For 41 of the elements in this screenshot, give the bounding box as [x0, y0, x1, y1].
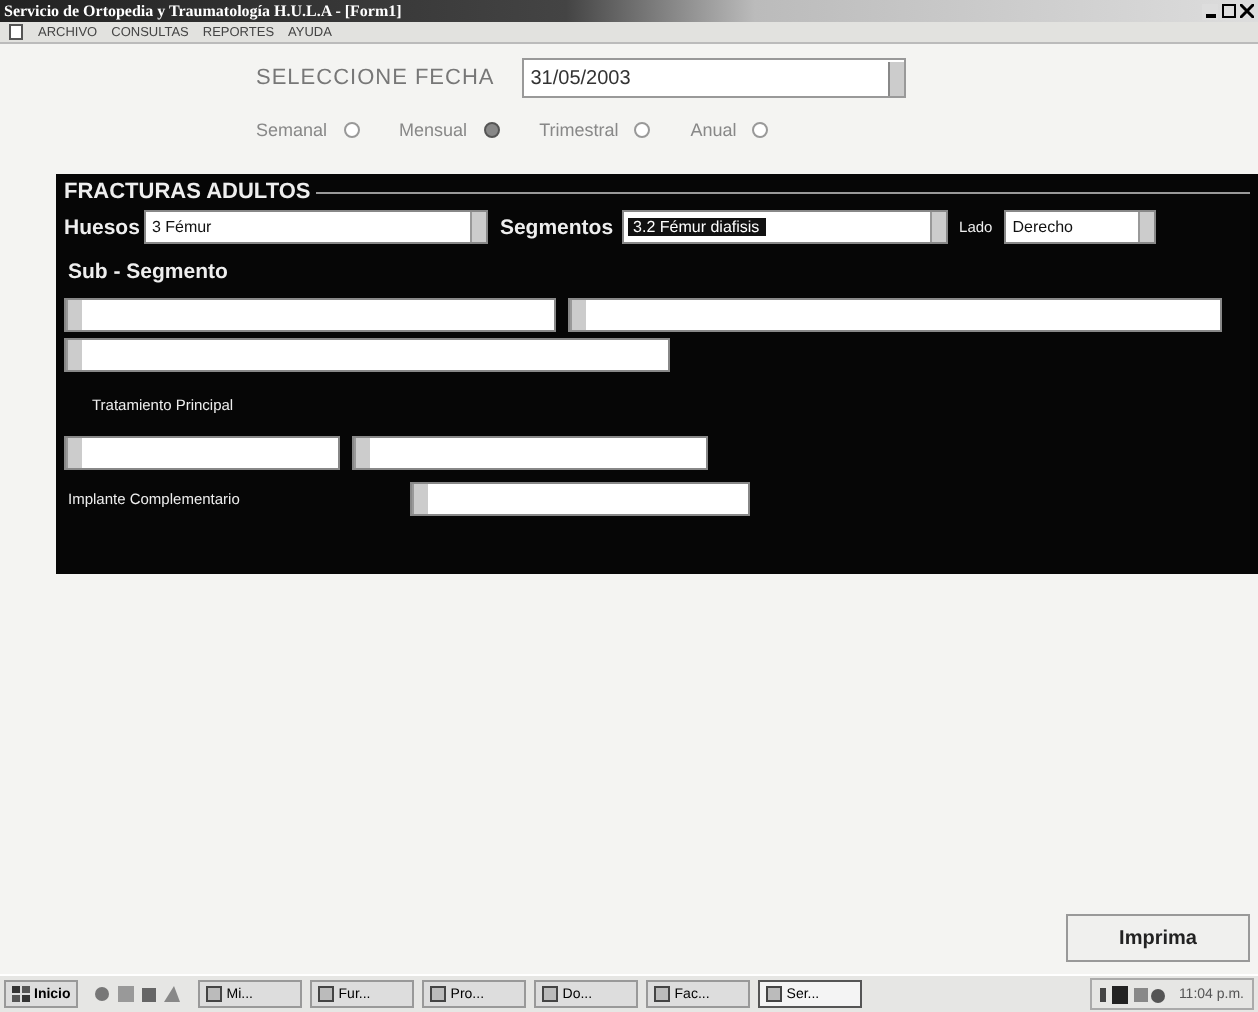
- bone-dropdown[interactable]: 3 Fémur: [143, 210, 488, 244]
- print-button[interactable]: Imprima: [1066, 914, 1250, 962]
- section-label: Sub - Segmento: [68, 260, 230, 284]
- spinner-icon: [888, 61, 905, 95]
- radio-button[interactable]: [483, 122, 500, 138]
- radio-button[interactable]: [752, 122, 769, 138]
- radio-button[interactable]: [634, 122, 651, 138]
- maximize-icon: [1221, 4, 1235, 18]
- field-label: Huesos: [64, 215, 140, 239]
- app-icon: [542, 986, 559, 1002]
- document-icon: [8, 24, 24, 40]
- windows-logo-icon: [12, 986, 30, 1002]
- radio-label: Anual: [690, 120, 737, 140]
- close-icon: [1239, 4, 1253, 18]
- minimize-button[interactable]: [1202, 3, 1218, 19]
- tray-icons-drawing: [1100, 985, 1169, 1003]
- app-icon: [766, 986, 783, 1002]
- panel-title: FRACTURAS ADULTOS: [64, 180, 311, 204]
- window-title: Servicio de Ortopedia y Traumatología H.U.L.A - [Form1]: [4, 2, 402, 20]
- radio-label: Mensual: [399, 120, 468, 140]
- dropdown[interactable]: [352, 436, 708, 470]
- app-icon: [206, 986, 223, 1002]
- dropdown[interactable]: [568, 298, 1222, 332]
- app-icon: [654, 986, 671, 1002]
- dropdown[interactable]: [64, 298, 556, 332]
- segment-dropdown[interactable]: 3.2 Fémur diafisis: [621, 210, 948, 244]
- dropdown[interactable]: [64, 436, 340, 470]
- app-icon: [430, 986, 447, 1002]
- side-dropdown[interactable]: Derecho: [1004, 210, 1157, 244]
- radio-label: Trimestral: [539, 120, 619, 140]
- radio-label: Semanal: [256, 120, 328, 140]
- app-icon: [318, 986, 335, 1002]
- field-label: Segmentos: [499, 215, 614, 239]
- date-label: SELECCIONE FECHA: [256, 66, 495, 90]
- close-button[interactable]: [1238, 3, 1254, 19]
- dropdown[interactable]: [410, 482, 750, 516]
- quick-launch-drawing: [94, 984, 183, 1004]
- date-field[interactable]: 31/05/2003: [522, 58, 907, 98]
- maximize-button[interactable]: [1220, 3, 1236, 19]
- dropdown[interactable]: [64, 338, 670, 372]
- radio-button[interactable]: [343, 122, 360, 138]
